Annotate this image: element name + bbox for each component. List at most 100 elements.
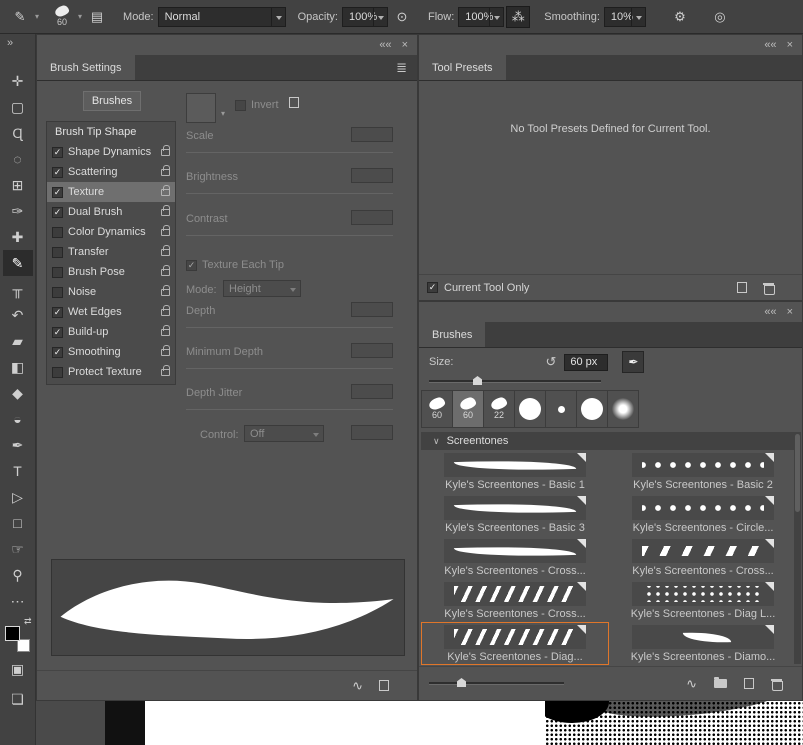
- wet-edges-checkbox[interactable]: [52, 306, 63, 318]
- depth-jitter-input[interactable]: [351, 384, 393, 399]
- history-brush-tool[interactable]: ↶: [3, 302, 33, 328]
- lock-icon[interactable]: [161, 224, 170, 236]
- zoom-tool[interactable]: ⚲: [3, 562, 33, 588]
- texture-checkbox[interactable]: [52, 186, 63, 198]
- blend-mode-dropdown[interactable]: Normal: [157, 6, 286, 27]
- texture-swatch[interactable]: [186, 93, 216, 123]
- expand-toolbar-button[interactable]: »: [0, 34, 35, 54]
- invert-option[interactable]: Invert: [235, 99, 279, 111]
- lock-icon[interactable]: [161, 264, 170, 276]
- pen-tool[interactable]: ✒: [3, 432, 33, 458]
- opacity-dropdown[interactable]: 100%: [341, 6, 388, 27]
- color-swatches[interactable]: ⇄: [4, 616, 32, 652]
- type-tool[interactable]: T: [3, 458, 33, 484]
- lock-icon[interactable]: [161, 204, 170, 216]
- lock-icon[interactable]: [161, 324, 170, 336]
- canvas-area[interactable]: [36, 701, 803, 745]
- contrast-slider[interactable]: [186, 235, 393, 236]
- brush-setting-color-dynamics[interactable]: Color Dynamics: [47, 222, 175, 242]
- toggle-brush-settings-button[interactable]: ▤: [85, 6, 109, 28]
- hand-tool[interactable]: ☞: [3, 536, 33, 562]
- brush-tip-thumbnail[interactable]: 22: [483, 390, 515, 428]
- new-preset-icon[interactable]: [737, 282, 747, 293]
- brushes-button[interactable]: Brushes: [83, 91, 141, 111]
- close-panel-icon[interactable]: ×: [402, 39, 408, 51]
- noise-checkbox[interactable]: [52, 286, 63, 298]
- edit-toolbar[interactable]: ⋯: [3, 588, 33, 614]
- brush-preset[interactable]: Kyle's Screentones - Cross...: [609, 536, 797, 579]
- brush-setting-transfer[interactable]: Transfer: [47, 242, 175, 262]
- smoothing-dropdown[interactable]: 10%: [603, 6, 646, 27]
- depth-input[interactable]: [351, 302, 393, 317]
- collapse-panel-icon[interactable]: ««: [764, 306, 776, 318]
- airbrush-button[interactable]: ⁂: [506, 5, 531, 28]
- brush-setting-noise[interactable]: Noise: [47, 282, 175, 302]
- brush-tip-thumbnail[interactable]: [514, 390, 546, 428]
- control-input[interactable]: [351, 425, 393, 440]
- build-up-checkbox[interactable]: [52, 326, 63, 338]
- brush-setting-dual-brush[interactable]: Dual Brush: [47, 202, 175, 222]
- swap-colors-icon[interactable]: ⇄: [24, 616, 32, 627]
- brush-setting-shape-dynamics[interactable]: Shape Dynamics: [47, 142, 175, 162]
- brush-preset[interactable]: Kyle's Screentones - Diag...: [421, 622, 609, 665]
- trash-icon[interactable]: [763, 282, 775, 295]
- new-brush-icon[interactable]: [379, 680, 389, 691]
- brush-setting-protect-texture[interactable]: Protect Texture: [47, 362, 175, 382]
- texture-each-tip-option[interactable]: Texture Each Tip: [186, 259, 284, 271]
- rectangle-tool[interactable]: □: [3, 510, 33, 536]
- depth-slider[interactable]: [186, 327, 393, 328]
- lock-icon[interactable]: [161, 364, 170, 376]
- brush-setting-wet-edges[interactable]: Wet Edges: [47, 302, 175, 322]
- pressure-size-button[interactable]: ◎: [708, 6, 732, 28]
- move-tool[interactable]: ✛: [3, 68, 33, 94]
- brush-pose-checkbox[interactable]: [52, 266, 63, 278]
- quick-mask-button[interactable]: ▣: [3, 656, 33, 682]
- brush-setting-scattering[interactable]: Scattering: [47, 162, 175, 182]
- preview-size-slider[interactable]: [429, 678, 564, 687]
- close-panel-icon[interactable]: ×: [787, 39, 793, 51]
- lock-icon[interactable]: [161, 284, 170, 296]
- color-dynamics-checkbox[interactable]: [52, 226, 63, 238]
- size-input[interactable]: 60 px: [564, 353, 609, 371]
- protect-texture-checkbox[interactable]: [52, 366, 63, 378]
- lock-icon[interactable]: [161, 164, 170, 176]
- depth-jitter-slider[interactable]: [186, 409, 393, 410]
- dodge-tool[interactable]: ◒: [3, 406, 33, 432]
- foreground-color-swatch[interactable]: [4, 626, 20, 641]
- brush-preset[interactable]: Kyle's Screentones - Cross...: [421, 579, 609, 622]
- shape-dynamics-checkbox[interactable]: [52, 146, 63, 158]
- new-group-icon[interactable]: [714, 677, 727, 688]
- tab-brush-settings[interactable]: Brush Settings: [37, 55, 135, 80]
- lock-icon[interactable]: [161, 344, 170, 356]
- tab-tool-presets[interactable]: Tool Presets: [419, 55, 506, 80]
- size-slider-thumb[interactable]: [473, 376, 482, 385]
- brush-preset-picker[interactable]: 60: [48, 4, 76, 27]
- brush-group-screentones[interactable]: ∨ Screentones: [421, 432, 797, 450]
- lock-icon[interactable]: [161, 184, 170, 196]
- control-dropdown[interactable]: Off: [244, 425, 324, 442]
- brush-tip-thumbnail[interactable]: 60: [452, 390, 484, 428]
- brush-preset[interactable]: Kyle's Screentones - Diamo...: [609, 622, 797, 665]
- brush-tip-shape-item[interactable]: Brush Tip Shape: [47, 122, 175, 142]
- lock-icon[interactable]: [161, 144, 170, 156]
- dual-brush-checkbox[interactable]: [52, 206, 63, 218]
- scrollbar-thumb[interactable]: [795, 434, 800, 512]
- collapse-panel-icon[interactable]: ««: [379, 39, 391, 51]
- brush-preset[interactable]: Kyle's Screentones - Basic 3: [421, 493, 609, 536]
- scattering-checkbox[interactable]: [52, 166, 63, 178]
- texture-mode-dropdown[interactable]: Height: [223, 280, 301, 297]
- texture-each-tip-checkbox[interactable]: [186, 259, 197, 271]
- pressure-opacity-button[interactable]: ⊙: [390, 6, 414, 28]
- brush-tip-thumbnail[interactable]: 60: [421, 390, 453, 428]
- close-panel-icon[interactable]: ×: [787, 306, 793, 318]
- crop-tool[interactable]: ⊞: [3, 172, 33, 198]
- brush-setting-smoothing[interactable]: Smoothing: [47, 342, 175, 362]
- brush-preset[interactable]: Kyle's Screentones - Cross...: [421, 536, 609, 579]
- transfer-checkbox[interactable]: [52, 246, 63, 258]
- brush-preset[interactable]: Kyle's Screentones - Basic 2: [609, 450, 797, 493]
- brush-preset[interactable]: Kyle's Screentones - Diag L...: [609, 579, 797, 622]
- collapse-panel-icon[interactable]: ««: [764, 39, 776, 51]
- tab-brushes[interactable]: Brushes: [419, 322, 486, 347]
- brush-tip-thumbnail[interactable]: [607, 390, 639, 428]
- size-slider[interactable]: [429, 376, 601, 385]
